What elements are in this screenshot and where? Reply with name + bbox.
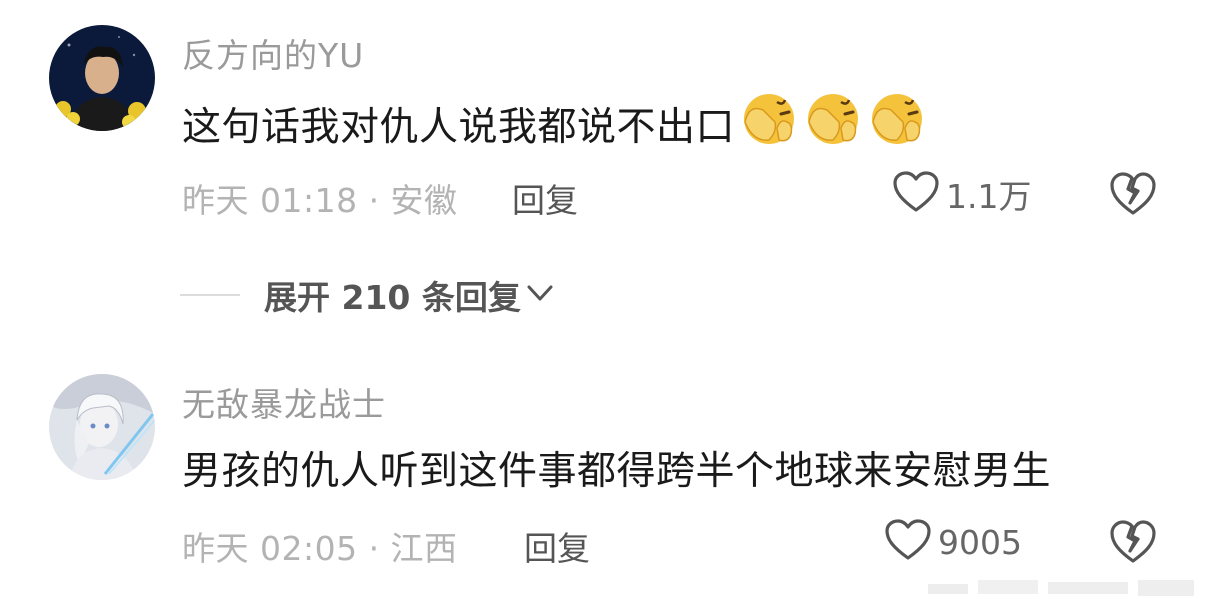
comment-list: 反方向的YU 这句话我对仇人说我都说不出口 昨天 01:18 · 安徽 回复 1… xyxy=(0,0,1206,614)
username[interactable]: 无敌暴龙战士 xyxy=(182,378,386,426)
avatar[interactable] xyxy=(49,374,155,480)
reply-button[interactable]: 回复 xyxy=(524,522,590,570)
broken-heart-icon xyxy=(1110,520,1156,563)
comment-time-location: 昨天 02:05 · 江西 xyxy=(182,529,458,568)
comment-body: 男孩的仇人听到这件事都得跨半个地球来安慰男生 xyxy=(182,449,1052,494)
dislike-button[interactable] xyxy=(1108,519,1158,565)
comment-item: 无敌暴龙战士 男孩的仇人听到这件事都得跨半个地球来安慰男生 昨天 02:05 ·… xyxy=(0,0,1206,614)
like-count: 9005 xyxy=(938,522,1022,562)
watermark xyxy=(928,574,1198,604)
heart-outline-icon xyxy=(884,518,932,566)
like-button[interactable]: 9005 xyxy=(884,518,1022,566)
comment-text: 男孩的仇人听到这件事都得跨半个地球来安慰男生 xyxy=(182,440,1051,496)
